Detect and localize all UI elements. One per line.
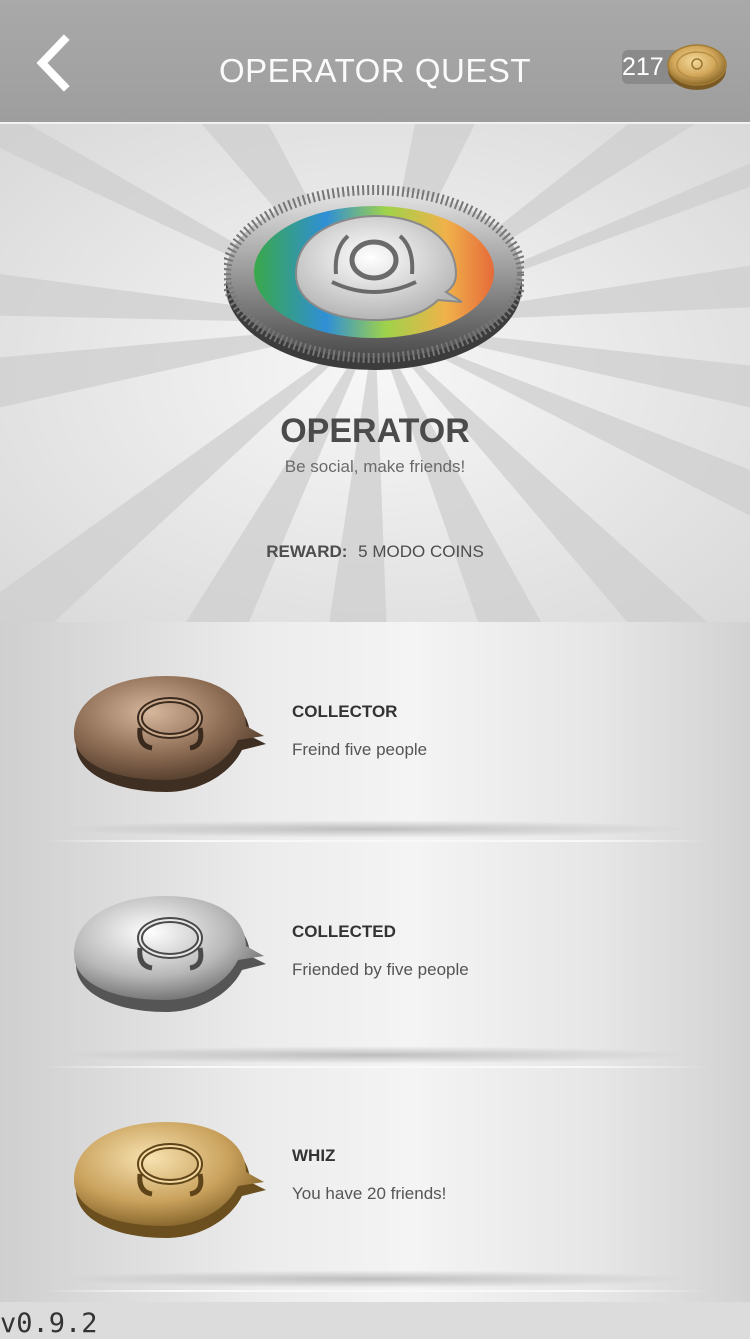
- achievement-title: COLLECTOR: [292, 702, 398, 721]
- list-item[interactable]: COLLECTOR Freind five people: [0, 622, 750, 842]
- achievement-description: You have 20 friends!: [292, 1184, 447, 1203]
- coin-count: 217: [622, 53, 664, 81]
- quest-description: Be social, make friends!: [284, 457, 466, 476]
- quest-name: OPERATOR: [280, 412, 470, 450]
- list-item[interactable]: COLLECTED Friended by five people: [0, 848, 750, 1068]
- coin-balance[interactable]: 217: [620, 40, 732, 96]
- header-bar: OPERATOR QUEST 217: [0, 0, 750, 124]
- reward-value: 5 MODO COINS: [358, 542, 484, 561]
- item-shadow: [60, 820, 690, 838]
- reward-label: REWARD:: [266, 542, 348, 561]
- item-divider: [40, 1066, 710, 1068]
- achievement-list: COLLECTOR Freind five people COLLECTED F…: [0, 622, 750, 1302]
- gold-badge-icon: [74, 1122, 266, 1238]
- bronze-badge-icon: [74, 676, 266, 792]
- item-divider: [40, 1290, 710, 1292]
- item-shadow: [60, 1270, 690, 1288]
- item-shadow: [60, 1046, 690, 1064]
- achievement-title: COLLECTED: [292, 922, 396, 941]
- coin-icon: [667, 44, 727, 90]
- operator-medal: [224, 185, 524, 370]
- silver-badge-icon: [74, 896, 266, 1012]
- quest-reward: REWARD: 5 MODO COINS: [0, 542, 750, 562]
- item-divider: [40, 840, 710, 842]
- quest-hero: OPERATOR Be social, make friends! REWARD…: [0, 124, 750, 622]
- version-label: v0.9.2: [0, 1308, 98, 1339]
- achievement-title: WHIZ: [292, 1146, 336, 1165]
- achievement-description: Freind five people: [292, 740, 428, 759]
- list-item[interactable]: WHIZ You have 20 friends!: [0, 1072, 750, 1292]
- achievement-description: Friended by five people: [292, 960, 469, 979]
